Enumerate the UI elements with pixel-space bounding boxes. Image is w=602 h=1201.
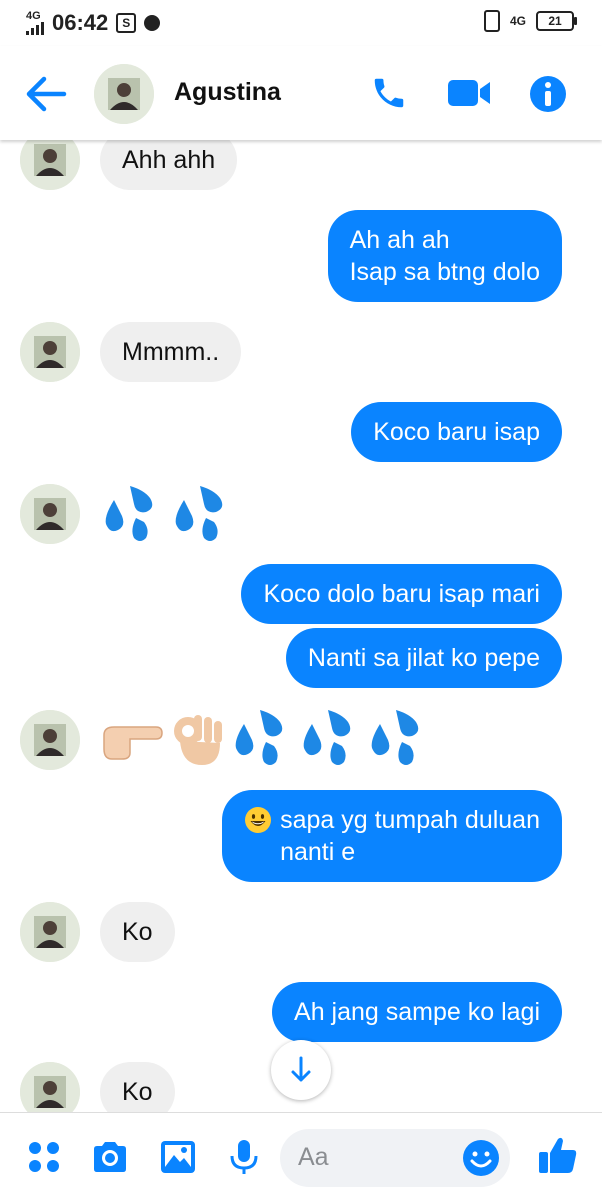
grinning-face-icon — [245, 807, 272, 833]
messenger-notification-icon — [144, 15, 161, 31]
video-call-icon[interactable] — [446, 76, 492, 110]
contact-avatar-small[interactable] — [20, 140, 80, 190]
gallery-icon[interactable] — [158, 1137, 198, 1177]
sweat-droplets-icon — [371, 710, 419, 765]
message-input[interactable]: Aa — [280, 1129, 510, 1187]
avatar-photo-icon — [20, 1062, 80, 1112]
contact-avatar[interactable] — [94, 64, 154, 124]
contact-avatar-small[interactable] — [20, 902, 80, 962]
network-type-right: 4G — [509, 14, 526, 28]
incoming-emoji-message[interactable] — [100, 484, 234, 546]
status-bar: 4G 06:42 S 4G 21 — [0, 0, 602, 46]
outgoing-message[interactable]: Ah jang sampe ko lagi — [272, 982, 562, 1042]
sweat-droplets-icon — [235, 710, 283, 765]
outgoing-message[interactable]: Koco baru isap — [351, 402, 562, 462]
contact-avatar-small[interactable] — [20, 322, 80, 382]
thumbs-up-icon[interactable] — [536, 1133, 580, 1177]
outgoing-message[interactable]: Nanti sa jilat ko pepe — [285, 628, 562, 688]
battery-icon: 21 — [536, 11, 577, 31]
contact-avatar-small[interactable] — [20, 710, 80, 770]
microphone-icon[interactable] — [224, 1137, 264, 1177]
avatar-photo-icon — [20, 322, 80, 382]
sweat-droplets-icon — [303, 710, 351, 765]
conversation-header: Agustina — [0, 46, 602, 140]
message-list[interactable]: Ahh ahh Ah ah ah Isap sa btng dolo Mmmm.… — [0, 140, 602, 1112]
contact-name[interactable]: Agustina — [174, 78, 281, 107]
incoming-message[interactable]: Ahh ahh — [100, 140, 238, 190]
message-input-placeholder: Aa — [298, 1143, 329, 1171]
info-icon[interactable] — [528, 74, 568, 114]
incoming-message[interactable]: Mmmm.. — [100, 322, 242, 382]
emoji-icon[interactable] — [462, 1139, 500, 1177]
incoming-message[interactable]: Ko — [100, 902, 175, 962]
sweat-droplets-icon — [105, 486, 153, 541]
avatar-photo-icon — [20, 484, 80, 544]
message-text: sapa yg tumpah duluan nanti e — [280, 806, 540, 866]
sweat-droplets-icon — [175, 486, 223, 541]
scroll-to-bottom-button[interactable] — [271, 1040, 331, 1100]
back-arrow-icon[interactable] — [24, 74, 68, 114]
ok-hand-icon — [174, 715, 222, 765]
avatar-photo-icon — [20, 710, 80, 770]
signal-icon: 4G — [26, 11, 44, 35]
incoming-emoji-message[interactable] — [100, 708, 430, 770]
avatar-photo-icon — [20, 902, 80, 962]
clock: 06:42 — [52, 10, 109, 35]
network-type-label: 4G — [26, 10, 41, 22]
more-actions-icon[interactable] — [24, 1137, 64, 1177]
contact-avatar-small[interactable] — [20, 1062, 80, 1112]
pointing-hand-icon — [103, 726, 163, 760]
contact-avatar-small[interactable] — [20, 484, 80, 544]
outgoing-message[interactable]: Koco dolo baru isap mari — [241, 564, 562, 624]
outgoing-message[interactable]: sapa yg tumpah duluan nanti e — [222, 790, 562, 882]
outgoing-message[interactable]: Ah ah ah Isap sa btng dolo — [327, 210, 562, 302]
arrow-down-icon — [291, 1056, 311, 1082]
incoming-message[interactable]: Ko — [100, 1062, 175, 1112]
battery-level: 21 — [548, 14, 562, 28]
avatar-photo-icon — [94, 64, 154, 124]
vibrate-icon — [483, 10, 500, 32]
phone-icon[interactable] — [370, 74, 408, 112]
sim-notification-icon: S — [116, 13, 137, 33]
message-composer: Aa — [0, 1112, 602, 1201]
camera-icon[interactable] — [90, 1137, 130, 1177]
avatar-photo-icon — [20, 140, 80, 190]
